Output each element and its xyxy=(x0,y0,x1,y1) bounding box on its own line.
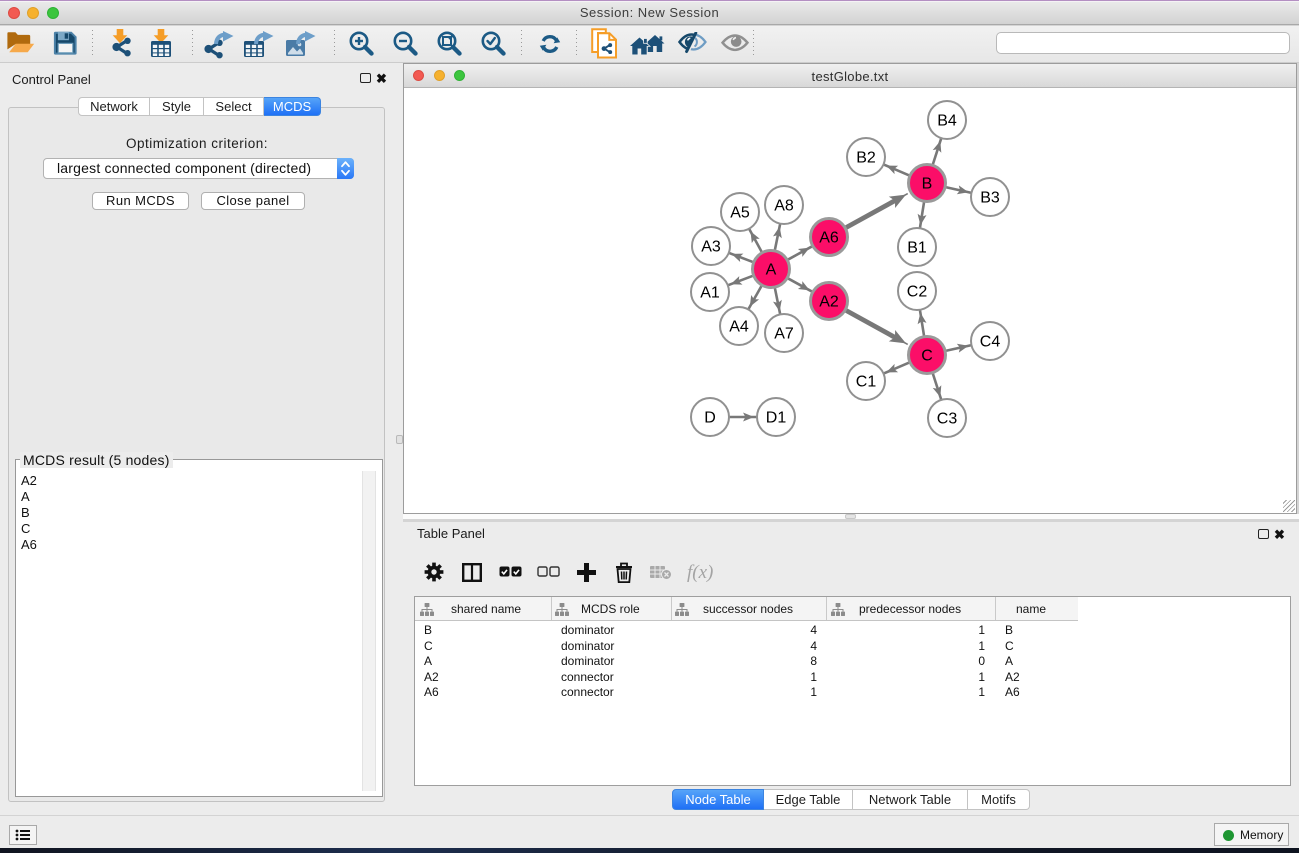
svg-text:C: C xyxy=(921,348,933,365)
svg-text:C4: C4 xyxy=(980,334,1001,351)
svg-text:A: A xyxy=(766,262,777,279)
svg-text:B2: B2 xyxy=(856,150,876,167)
svg-text:A3: A3 xyxy=(701,239,721,256)
svg-text:C2: C2 xyxy=(907,284,928,301)
svg-text:A8: A8 xyxy=(774,198,794,215)
svg-text:B: B xyxy=(922,176,933,193)
svg-text:A5: A5 xyxy=(730,205,750,222)
svg-text:C3: C3 xyxy=(937,411,958,428)
svg-text:A2: A2 xyxy=(819,294,839,311)
svg-text:B3: B3 xyxy=(980,190,1000,207)
svg-text:C1: C1 xyxy=(856,374,877,391)
svg-text:A7: A7 xyxy=(774,326,794,343)
svg-text:A4: A4 xyxy=(729,319,749,336)
svg-text:D: D xyxy=(704,410,716,427)
svg-text:A1: A1 xyxy=(700,285,720,302)
svg-text:B4: B4 xyxy=(937,113,957,130)
svg-text:B1: B1 xyxy=(907,240,927,257)
svg-text:D1: D1 xyxy=(766,410,787,427)
svg-text:A6: A6 xyxy=(819,230,839,247)
